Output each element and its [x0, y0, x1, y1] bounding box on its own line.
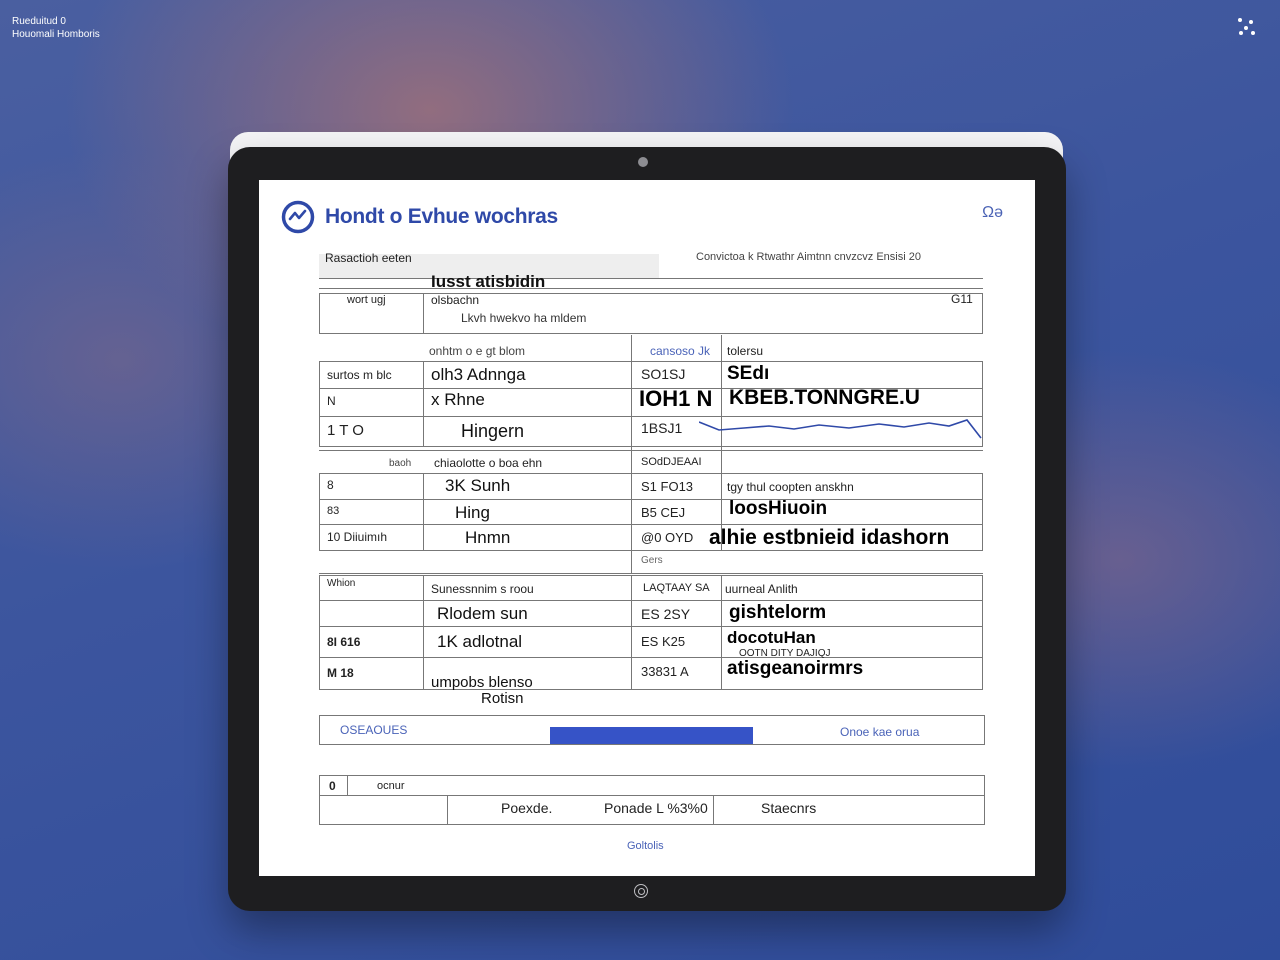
table-cell: tgy thul coopten anskhn [727, 480, 854, 494]
table-cell: x Rhne [431, 390, 485, 409]
top-block-label: Iusst atisbidin [431, 272, 546, 291]
top-block-left-cell: wort ugj [347, 294, 386, 306]
divider [319, 450, 983, 451]
table2-header-c: SOdDJEAAI [641, 456, 702, 468]
summary-col3: Staecnrs [761, 800, 817, 816]
top-block-right-value: G11 [951, 292, 973, 306]
table-cell: N [327, 394, 336, 408]
table-cell: 1 T O [327, 422, 364, 439]
table-cell: 10 Diiuimıh [327, 530, 388, 544]
action-bar-right-link[interactable]: Onoe kae orua [840, 725, 919, 739]
table-cell: M 18 [327, 666, 354, 680]
action-bar-left-link[interactable]: OSEAOUES [340, 723, 407, 737]
table-cell: ES 2SY [641, 606, 691, 622]
table-cell: atisgeanoirmrs [727, 658, 864, 679]
footer-link[interactable]: Goltolis [627, 840, 664, 852]
top-block-line2: olsbachn [431, 293, 480, 307]
summary-header: ocnur [377, 780, 405, 792]
table-cell: olh3 Adnnga [431, 365, 526, 384]
app-title: Hondt o Evhue wochras [325, 205, 558, 228]
desktop-label-line2: Houomali Homboris [12, 29, 100, 40]
table3-footnote: Rotisn [481, 690, 524, 707]
table-cell: gishtelorm [729, 602, 827, 623]
table-cell: Rlodem sun [437, 604, 528, 623]
subheader-left: Rasactioh eeten [325, 251, 412, 265]
table-cell: Hing [455, 503, 490, 522]
table-cell: 8 [327, 478, 334, 492]
divider [319, 626, 983, 627]
divider [319, 600, 983, 601]
table3-header-a: Whion [327, 578, 356, 589]
table-cell: SEdı [727, 363, 770, 384]
table-cell: umpobs blenso [431, 674, 533, 691]
table-cell: Hingern [461, 421, 525, 441]
sparkle-icon[interactable] [1236, 16, 1258, 38]
divider [423, 361, 424, 447]
table-cell: @0 OYD [641, 530, 694, 545]
divider [319, 499, 983, 500]
table3-header-d: uurneal Anlith [725, 582, 798, 596]
table-cell: 33831 A [641, 664, 689, 679]
profile-icon[interactable]: Ωə [982, 204, 1003, 222]
table2-header-b: chiaolotte o boa ehn [434, 456, 543, 470]
divider [713, 795, 714, 825]
table3-header-c: LAQTAAY SA [643, 582, 710, 594]
table1-header-c: cansoso Jk [650, 344, 711, 358]
divider [319, 524, 983, 525]
desktop-label-line1: Rueduitud 0 [12, 16, 66, 27]
home-button[interactable] [634, 884, 648, 898]
divider [423, 473, 424, 551]
table-cell: 83 [327, 505, 340, 517]
table-cell: 1BSJ1 [641, 420, 683, 436]
desktop-label: Rueduitud 0 Houomali Homboris [12, 15, 100, 41]
clock-logo-icon [281, 200, 315, 234]
table-cell: docotuHan [727, 628, 816, 647]
camera-icon [638, 157, 648, 167]
summary-col2: Ponade L %3%0 [604, 800, 708, 816]
summary-col1: Poexde. [501, 800, 553, 816]
tablet-screen: Hondt o Evhue wochras Ωə Rasactioh eeten… [259, 180, 1035, 876]
table1-header-b: onhtm o e gt blom [429, 344, 526, 358]
table-cell: 3K Sunh [445, 476, 511, 495]
divider [319, 657, 983, 658]
table-cell: B5 CEJ [641, 505, 686, 520]
trend-sparkline [699, 419, 982, 439]
table2-header-a: baoh [389, 458, 412, 469]
divider [631, 335, 632, 447]
table-cell: KBEB.TONNGRE.U [729, 386, 920, 409]
progress-bar[interactable] [550, 727, 753, 744]
table-cell: alhie estbnieid idashorn [709, 526, 950, 549]
table-cell: ES K25 [641, 634, 686, 649]
top-block-box [319, 293, 983, 334]
divider [631, 575, 632, 690]
divider [319, 288, 983, 289]
table-cell: 8I 616 [327, 635, 361, 649]
top-block-line3: Lkvh hwekvo ha mldem [461, 311, 587, 325]
divider [319, 573, 983, 574]
table-cell: surtos m blc [327, 368, 392, 382]
divider [319, 278, 983, 279]
table-cell: IOH1 N [639, 386, 713, 411]
divider [423, 575, 424, 690]
table-cell: S1 FO13 [641, 479, 694, 494]
divider [347, 775, 348, 795]
table2-footer: Gers [641, 555, 663, 566]
divider [423, 293, 424, 334]
divider [319, 795, 985, 796]
table-cell: Hnmn [465, 528, 511, 547]
table-cell: loosHiuoin [729, 498, 828, 519]
divider [447, 795, 448, 825]
table1-header-d: tolersu [727, 344, 764, 358]
summary-index: 0 [329, 779, 336, 793]
divider [631, 447, 632, 573]
divider [721, 575, 722, 690]
table-cell: SO1SJ [641, 366, 686, 382]
table3-header-b: Sunessnnim s roou [431, 582, 534, 596]
subheader-right: Convictoa k Rtwathr Aimtnn cnvzcvz Ensis… [696, 251, 921, 263]
table-cell: 1K adlotnal [437, 632, 523, 651]
